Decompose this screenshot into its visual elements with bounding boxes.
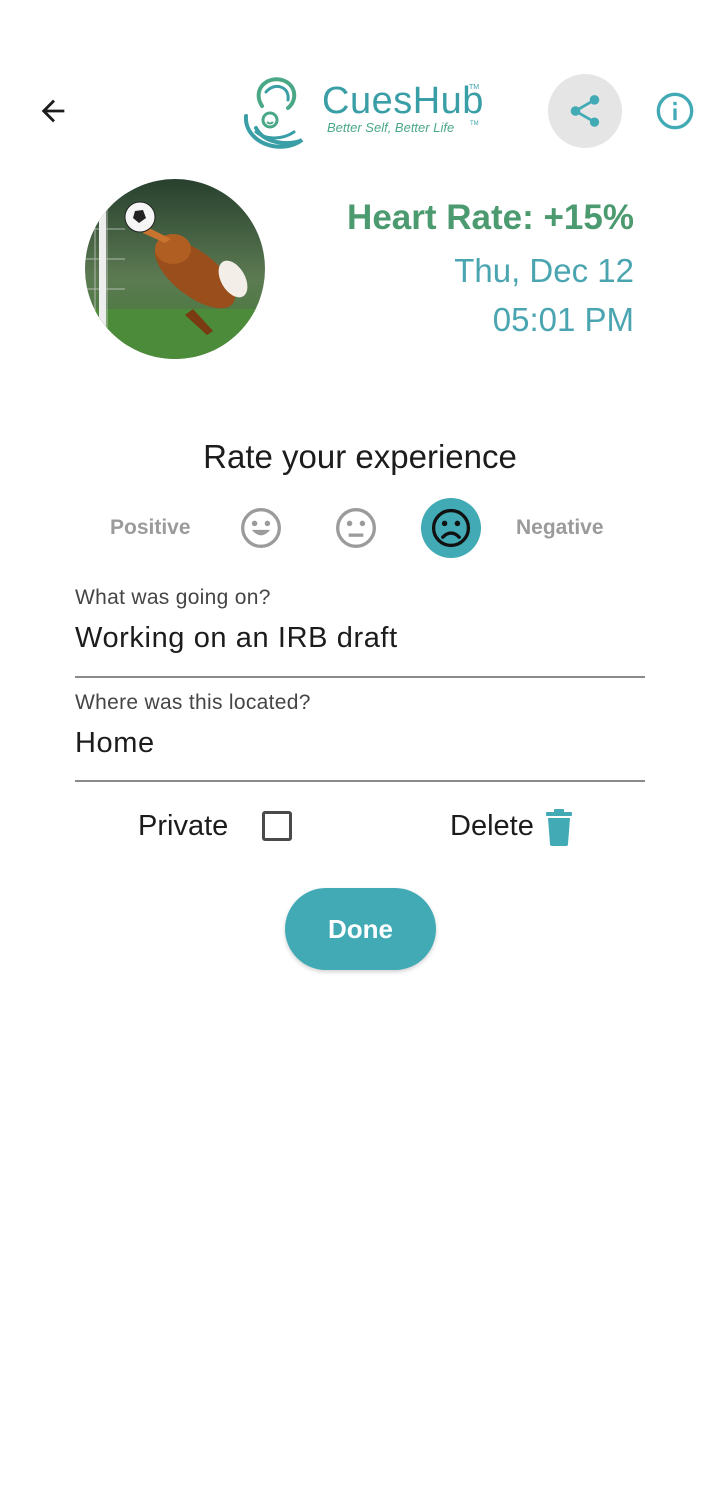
private-checkbox[interactable] — [262, 811, 292, 841]
logo-mark-icon — [243, 77, 304, 149]
smile-face-icon — [241, 508, 281, 548]
rating-negative-button[interactable] — [421, 498, 481, 558]
trash-icon — [544, 809, 574, 852]
share-button[interactable] — [548, 74, 622, 148]
dog-soccer-photo — [85, 179, 265, 359]
location-field-value[interactable]: Home — [75, 727, 155, 760]
logo-title: CuesHub — [322, 80, 484, 122]
positive-label: Positive — [110, 516, 191, 539]
sad-face-icon — [431, 508, 471, 548]
logo-tagline: Better Self, Better Life — [327, 120, 455, 135]
share-icon — [570, 95, 600, 127]
cue-photo — [85, 179, 265, 359]
delete-label: Delete — [450, 810, 534, 842]
activity-field-underline — [75, 676, 645, 678]
location-field-underline — [75, 780, 645, 782]
logo-tagline-trademark: TM — [470, 121, 479, 127]
cue-time: 05:01 PM — [492, 301, 634, 338]
logo-trademark: TM — [469, 84, 480, 91]
location-field-label: Where was this located? — [75, 691, 311, 714]
private-label: Private — [138, 810, 229, 842]
info-button[interactable] — [650, 86, 700, 136]
activity-field-value[interactable]: Working on an IRB draft — [75, 622, 398, 655]
negative-label: Negative — [516, 516, 604, 539]
done-button[interactable]: Done — [285, 888, 436, 970]
arrow-left-icon — [41, 99, 65, 123]
activity-field-label: What was going on? — [75, 586, 271, 609]
heart-rate-change: Heart Rate: +15% — [347, 198, 634, 237]
rating-neutral-button[interactable] — [326, 498, 386, 558]
cue-date: Thu, Dec 12 — [454, 252, 634, 289]
rating-positive-button[interactable] — [231, 498, 291, 558]
neutral-face-icon — [336, 508, 376, 548]
back-button[interactable] — [26, 84, 80, 138]
info-circle-icon — [656, 92, 694, 130]
rate-experience-title: Rate your experience — [203, 438, 517, 475]
